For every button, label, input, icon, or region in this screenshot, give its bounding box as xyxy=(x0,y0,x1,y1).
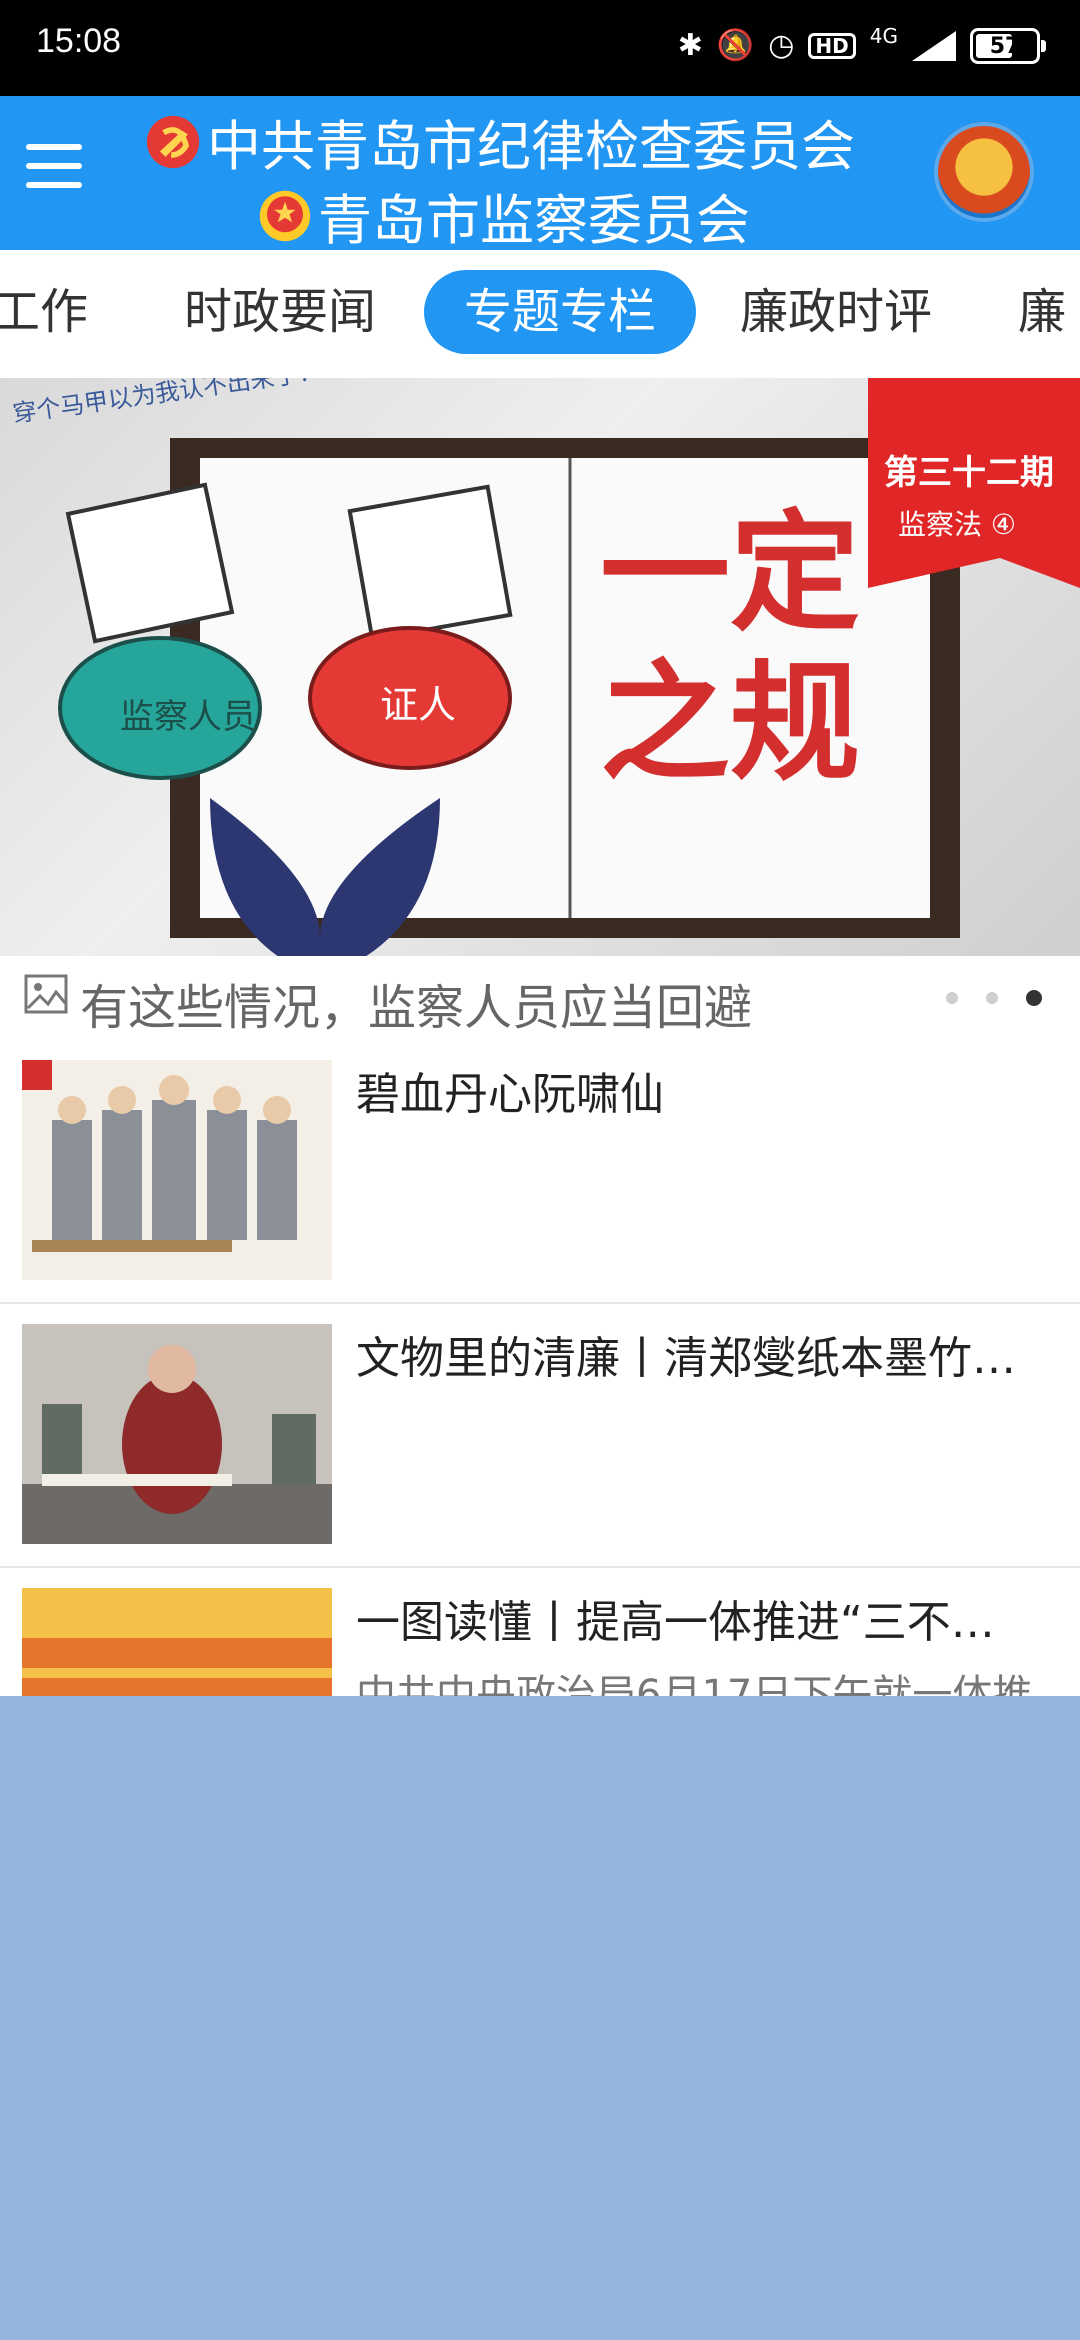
carousel-dot-active[interactable] xyxy=(1026,990,1042,1006)
news-item[interactable]: 碧血丹心阮啸仙 xyxy=(0,1038,1080,1304)
news-title: 一图读懂丨提高一体推进“三不腐… xyxy=(356,1597,1036,1648)
news-title: 碧血丹心阮啸仙 xyxy=(356,1069,664,1120)
header-title-line2: 青岛市监察委员会 xyxy=(258,176,750,255)
overlay-background xyxy=(0,1696,1080,2340)
battery-icon: 57 xyxy=(970,28,1046,64)
commission-logo-icon[interactable] xyxy=(934,122,1034,222)
org-name-line2: 青岛市监察委员会 xyxy=(318,189,750,252)
news-item[interactable]: 一图读懂丨提高一体推进“三不腐… 中共中央政治局6月17日下午就一体推 xyxy=(0,1566,1080,1696)
menu-button[interactable] xyxy=(26,144,82,192)
tab-partial[interactable]: 廉 xyxy=(1018,270,1066,354)
image-icon xyxy=(24,974,68,1014)
bluetooth-icon: ✱ xyxy=(677,28,703,63)
news-thumbnail xyxy=(22,1588,332,1696)
party-emblem-icon xyxy=(146,115,200,168)
tab-work[interactable]: 工作 xyxy=(0,270,88,354)
banner-corner-text: 穿个马甲以为我认不出来了？！ xyxy=(11,378,348,428)
banner-headline-line1: 一定 xyxy=(600,497,860,649)
banner-label-inspector: 监察人员 xyxy=(120,697,256,737)
banner-caption-bar[interactable]: 有这些情况，监察人员应当回避 xyxy=(0,956,1080,1040)
app-header: 中共青岛市纪律检查委员会 青岛市监察委员会 xyxy=(0,96,1080,252)
carousel-dot[interactable] xyxy=(946,992,958,1004)
carousel-dot[interactable] xyxy=(986,992,998,1004)
alarm-icon: ◷ xyxy=(768,28,795,63)
header-title-line1: 中共青岛市纪律检查委员会 xyxy=(145,102,855,181)
network-type: 4G xyxy=(869,24,898,48)
org-name-line1: 中共青岛市纪律检查委员会 xyxy=(207,115,855,178)
carousel-indicator xyxy=(946,990,1042,1006)
news-item[interactable]: 文物里的清廉丨清郑燮纸本墨竹… xyxy=(0,1302,1080,1568)
banner-carousel[interactable]: 一定 之规 第三十二期 监察法 ④ 穿个马甲以为我认不出来了？！ 监察人员 证人 xyxy=(0,378,1080,956)
banner-badge-issue: 第三十二期 xyxy=(884,453,1054,493)
news-list: 碧血丹心阮啸仙 文物里的清廉丨清郑燮纸本墨竹… 一图读懂丨提高一体推进“三不腐… xyxy=(0,1038,1080,1696)
tab-current-affairs[interactable]: 时政要闻 xyxy=(184,270,376,354)
tab-special-topics[interactable]: 专题专栏 xyxy=(424,270,697,354)
mute-icon: 🔕 xyxy=(716,28,755,63)
news-title: 文物里的清廉丨清郑燮纸本墨竹… xyxy=(356,1333,1016,1384)
banner-label-witness: 证人 xyxy=(380,683,456,727)
banner-badge-topic: 监察法 ④ xyxy=(898,508,1016,541)
news-summary: 中共中央政治局6月17日下午就一体推 xyxy=(356,1672,1033,1696)
banner-illustration: 一定 之规 第三十二期 监察法 ④ 穿个马甲以为我认不出来了？！ 监察人员 证人 xyxy=(11,378,1080,956)
banner-caption: 有这些情况，监察人员应当回避 xyxy=(80,980,753,1036)
news-thumbnail xyxy=(22,1324,332,1544)
menu-icon xyxy=(26,144,82,150)
status-time: 15:08 xyxy=(36,22,122,60)
battery-level: 57 xyxy=(989,33,1021,59)
status-bar: 15:08 ✱ 🔕 ◷ HD 4G 57 xyxy=(0,0,1080,96)
tab-integrity-commentary[interactable]: 廉政时评 xyxy=(740,270,932,354)
news-thumbnail xyxy=(22,1060,332,1280)
hd-icon: HD xyxy=(808,33,856,59)
banner-headline-line2: 之规 xyxy=(600,647,860,799)
signal-icon xyxy=(912,31,956,61)
national-emblem-icon xyxy=(259,190,311,241)
status-icons: ✱ 🔕 ◷ HD 4G 57 xyxy=(677,18,1046,74)
category-tabs: 工作 时政要闻 专题专栏 廉政时评 廉 xyxy=(0,250,1080,380)
